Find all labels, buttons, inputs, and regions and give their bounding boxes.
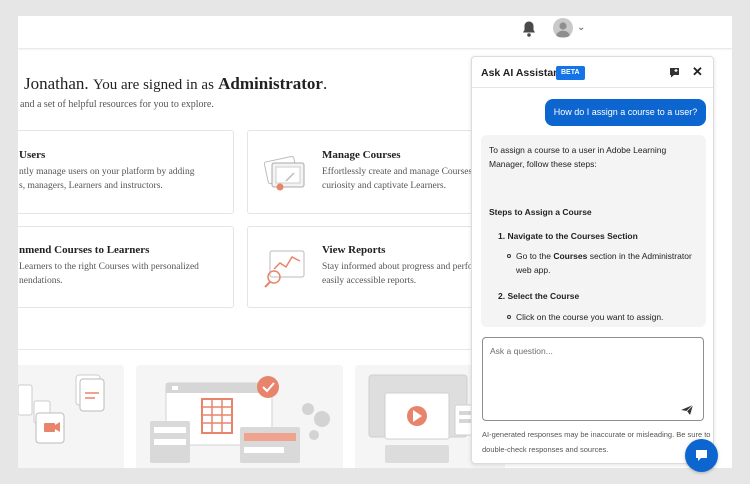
resource-tile-1[interactable] bbox=[18, 365, 124, 468]
user-role: Administrator bbox=[218, 74, 323, 93]
question-input[interactable]: Ask a question... bbox=[482, 337, 704, 421]
answer-step1-title: 1. Navigate to the Courses Section bbox=[498, 231, 638, 241]
user-name: Jonathan. bbox=[24, 74, 89, 93]
course-builder-illustration-icon bbox=[150, 376, 330, 463]
answer-step2-title: 2. Select the Course bbox=[498, 291, 580, 301]
disclaimer-text: AI-generated responses may be inaccurate… bbox=[482, 430, 711, 454]
card-desc-line2: easily accessible reports. bbox=[322, 276, 417, 286]
card-view-reports[interactable]: View Reports Stay informed about progres… bbox=[247, 226, 487, 308]
question-placeholder: Ask a question... bbox=[490, 346, 553, 356]
answer-step2-bullet: Click on the course you want to assign. bbox=[516, 312, 664, 322]
manage-courses-illustration-icon bbox=[263, 155, 305, 191]
card-desc-line1: Stay informed about progress and perfo bbox=[322, 262, 473, 272]
card-desc-line1: Effortlessly create and manage Courses bbox=[322, 167, 473, 177]
chevron-down-icon[interactable]: ⌄ bbox=[577, 22, 585, 33]
answer-step1-bullet: Go to the Courses section in the Adminis… bbox=[516, 251, 692, 261]
card-desc-line2: s, managers, Learners and instructors. bbox=[19, 181, 163, 191]
answer-intro-line2: Manager, follow these steps: bbox=[489, 159, 597, 169]
chat-icon bbox=[696, 450, 707, 461]
card-title: Users bbox=[19, 149, 46, 161]
chat-launcher-button[interactable] bbox=[685, 439, 718, 472]
bullet-icon bbox=[507, 254, 511, 258]
greeting: Jonathan. You are signed in as Administr… bbox=[24, 74, 328, 93]
user-message-bubble: How do I assign a course to a user? bbox=[545, 99, 706, 126]
card-users[interactable]: Users ntly manage users on your platform… bbox=[18, 130, 234, 214]
card-title: nmend Courses to Learners bbox=[19, 244, 150, 256]
answer-step1-bullet-line2: web app. bbox=[516, 265, 551, 275]
greeting-subtitle: and a set of helpful resources for you t… bbox=[20, 99, 214, 110]
top-bar: ⌄ bbox=[18, 16, 732, 48]
card-desc-line1: Learners to the right Courses with perso… bbox=[19, 262, 199, 272]
panel-title: Ask AI Assistant bbox=[481, 67, 564, 79]
view-reports-illustration-icon bbox=[264, 250, 305, 288]
close-icon[interactable]: ✕ bbox=[692, 65, 703, 79]
card-title: View Reports bbox=[322, 244, 386, 256]
card-manage-courses[interactable]: Manage Courses Effortlessly create and m… bbox=[247, 130, 487, 214]
panel-header: Ask AI Assistant BETA ✕ bbox=[472, 57, 713, 88]
ai-assistant-panel: Ask AI Assistant BETA ✕ How do I assign … bbox=[471, 56, 714, 464]
resource-tile-2[interactable] bbox=[136, 365, 343, 468]
avatar[interactable] bbox=[553, 18, 573, 38]
send-icon[interactable] bbox=[680, 404, 694, 416]
bullet-icon bbox=[507, 315, 511, 319]
beta-badge: BETA bbox=[556, 66, 585, 80]
bell-icon[interactable] bbox=[521, 20, 537, 38]
answer-heading: Steps to Assign a Course bbox=[489, 207, 592, 217]
card-desc-line2: nendations. bbox=[19, 276, 63, 286]
signed-in-text: You are signed in as bbox=[92, 77, 214, 93]
user-avatar-icon bbox=[556, 22, 570, 37]
answer-intro-line1: To assign a course to a user in Adobe Le… bbox=[489, 145, 667, 155]
card-desc-line2: curiosity and captivate Learners. bbox=[322, 181, 446, 191]
content-files-illustration-icon bbox=[18, 374, 105, 444]
card-title: Manage Courses bbox=[322, 149, 401, 161]
card-desc-line1: ntly manage users on your platform by ad… bbox=[19, 167, 195, 177]
card-recommend-courses[interactable]: nmend Courses to Learners Learners to th… bbox=[18, 226, 234, 308]
assistant-answer: To assign a course to a user in Adobe Le… bbox=[481, 135, 706, 327]
new-chat-icon[interactable] bbox=[669, 67, 680, 78]
